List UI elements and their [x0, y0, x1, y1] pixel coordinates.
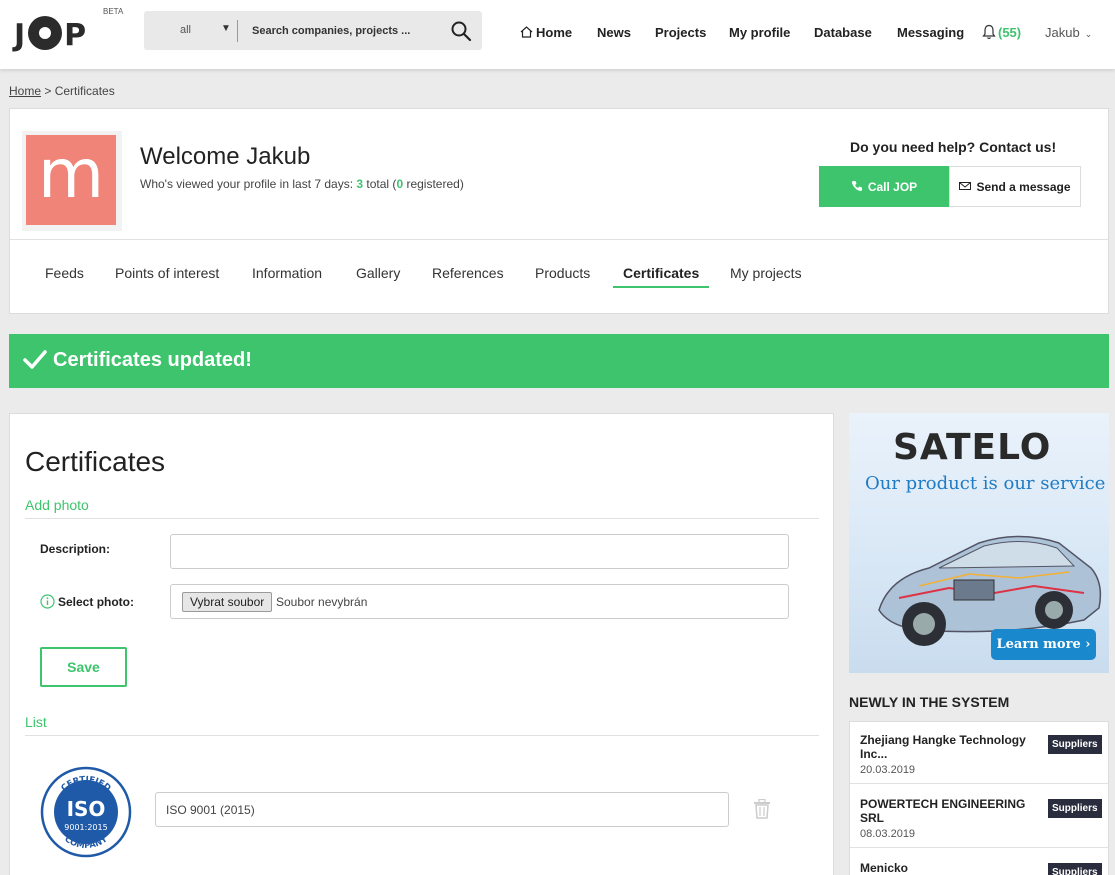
company-name[interactable]: Menicko	[860, 861, 1038, 875]
category-badge: Suppliers	[1048, 735, 1102, 754]
nav-projects[interactable]: Projects	[655, 25, 706, 40]
company-name[interactable]: Zhejiang Hangke Technology Inc...	[860, 733, 1038, 761]
views-mid: total (	[363, 177, 397, 191]
select-photo-text: Select photo:	[58, 595, 135, 609]
nav-my-profile[interactable]: My profile	[729, 25, 790, 40]
nav-database[interactable]: Database	[814, 25, 872, 40]
tab-references[interactable]: References	[432, 265, 504, 281]
company-date: 20.03.2019	[860, 764, 916, 776]
list-heading: List	[25, 714, 47, 730]
page-title: Certificates	[25, 446, 166, 477]
tab-products[interactable]: Products	[535, 265, 590, 281]
company-name[interactable]: POWERTECH ENGINEERING SRL	[860, 797, 1038, 825]
notification-count[interactable]: (55)	[998, 25, 1021, 40]
caret-down-icon: ▼	[221, 23, 231, 34]
select-photo-label: Select photo:	[40, 594, 134, 609]
envelope-icon	[959, 181, 972, 190]
phone-icon	[851, 180, 862, 191]
description-input[interactable]	[170, 534, 789, 569]
certificate-name-input[interactable]	[155, 792, 729, 827]
profile-views-text: Who's viewed your profile in last 7 days…	[140, 177, 464, 191]
welcome-heading: Welcome Jakub	[140, 143, 311, 170]
tab-gallery[interactable]: Gallery	[356, 265, 400, 281]
search-scope-value: all	[180, 24, 192, 36]
send-message-label: Send a message	[976, 179, 1071, 194]
active-tab-indicator	[613, 286, 709, 288]
avatar: m	[26, 135, 116, 225]
learn-more-button[interactable]: Learn more ›	[991, 629, 1096, 660]
tab-information[interactable]: Information	[252, 265, 322, 281]
ad-slogan: Our product is our service	[865, 473, 1106, 494]
category-badge: Suppliers	[1048, 863, 1102, 875]
profile-divider	[10, 239, 1108, 240]
breadcrumb-home-link[interactable]: Home	[9, 84, 41, 98]
description-label: Description:	[40, 542, 111, 556]
file-picker: Vybrat soubor Soubor nevybrán	[170, 584, 789, 619]
user-name: Jakub	[1045, 25, 1080, 40]
success-banner: Certificates updated!	[9, 334, 1109, 388]
help-title: Do you need help? Contact us!	[850, 139, 1057, 155]
user-menu[interactable]: Jakub ⌄	[1045, 25, 1092, 40]
success-message: Certificates updated!	[53, 349, 252, 371]
tab-points-of-interest[interactable]: Points of interest	[115, 265, 219, 281]
search-scope-select[interactable]: all ▼	[144, 11, 238, 50]
search-divider	[237, 20, 238, 42]
home-icon	[520, 26, 533, 38]
cert-logo-sub-text: 9001:2015	[64, 823, 107, 832]
certificates-panel: Certificates Add photo Description: Sele…	[9, 413, 834, 875]
ad-brand-logo: SATELO	[893, 427, 1051, 468]
section-divider	[25, 735, 819, 736]
views-suffix: registered)	[403, 177, 464, 191]
chevron-down-icon: ⌄	[1084, 29, 1093, 39]
profile-card: m Welcome Jakub Who's viewed your profil…	[9, 108, 1109, 314]
list-separator	[850, 783, 1108, 784]
views-prefix: Who's viewed your profile in last 7 days…	[140, 177, 357, 191]
ad-brand-text: SATELO	[893, 427, 1052, 468]
tab-my-projects[interactable]: My projects	[730, 265, 802, 281]
company-date: 08.03.2019	[860, 828, 916, 840]
section-divider	[25, 518, 819, 519]
chevron-right-icon: ›	[1085, 637, 1091, 652]
bell-icon[interactable]	[982, 24, 996, 40]
checkmark-icon	[23, 350, 47, 369]
send-message-button[interactable]: Send a message	[949, 166, 1081, 207]
call-jop-button[interactable]: Call JOP	[819, 166, 949, 207]
cert-logo-main-text: ISO	[67, 797, 106, 821]
info-icon[interactable]	[40, 594, 55, 609]
list-separator	[850, 847, 1108, 848]
save-button[interactable]: Save	[40, 647, 127, 687]
newly-in-system-list: Zhejiang Hangke Technology Inc... 20.03.…	[849, 721, 1109, 875]
top-navigation-bar: JP BETA all ▼ Home News Projects My prof…	[0, 0, 1115, 69]
jop-logo[interactable]: JP BETA	[14, 7, 124, 53]
learn-more-label: Learn more	[996, 637, 1081, 652]
tab-certificates[interactable]: Certificates	[623, 265, 699, 281]
avatar-frame: m	[22, 131, 122, 231]
breadcrumb: Home > Certificates	[9, 84, 115, 98]
advertisement-banner[interactable]: SATELO Our product is our service Learn …	[849, 413, 1109, 673]
breadcrumb-current: > Certificates	[44, 84, 115, 98]
nav-home[interactable]: Home	[520, 25, 572, 40]
search-icon[interactable]	[450, 20, 472, 42]
beta-label: BETA	[103, 7, 124, 16]
nav-messaging[interactable]: Messaging	[897, 25, 964, 40]
category-badge: Suppliers	[1048, 799, 1102, 818]
search-bar: all ▼	[144, 11, 482, 50]
nav-home-label: Home	[536, 25, 573, 40]
add-photo-heading: Add photo	[25, 497, 89, 513]
choose-file-button[interactable]: Vybrat soubor	[182, 592, 273, 612]
logo-wordmark: JP	[14, 16, 88, 53]
newly-in-system-heading: NEWLY IN THE SYSTEM	[849, 694, 1010, 710]
tab-feeds[interactable]: Feeds	[45, 265, 84, 281]
iso-certificate-logo: CERTIFIED COMPANY ISO 9001:2015	[40, 766, 132, 858]
search-input[interactable]	[244, 17, 444, 44]
nav-news[interactable]: News	[597, 25, 631, 40]
file-status: Soubor nevybrán	[276, 595, 368, 609]
call-jop-label: Call JOP	[867, 179, 918, 194]
trash-icon[interactable]	[753, 799, 771, 819]
